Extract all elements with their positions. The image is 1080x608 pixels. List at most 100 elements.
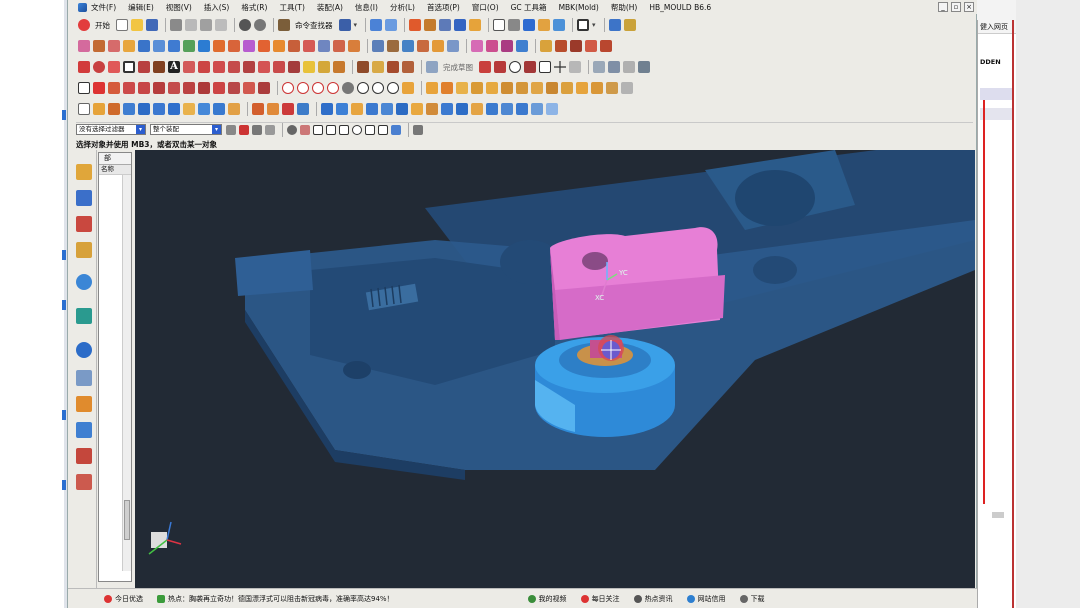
- sphere-icon[interactable]: [342, 82, 354, 94]
- box-solid-icon[interactable]: [153, 103, 165, 115]
- polygon-icon[interactable]: [138, 61, 150, 73]
- tube-icon[interactable]: [486, 82, 498, 94]
- mold-base-icon[interactable]: [321, 103, 333, 115]
- stiffener-icon[interactable]: [591, 82, 603, 94]
- subtract-icon[interactable]: [273, 40, 285, 52]
- electrode-icon[interactable]: [411, 103, 423, 115]
- reuse-library-icon[interactable]: [76, 242, 92, 258]
- patch-icon[interactable]: [387, 40, 399, 52]
- minimize-button[interactable]: _: [938, 2, 948, 12]
- spline-icon[interactable]: [555, 40, 567, 52]
- circle-dark-icon[interactable]: [372, 82, 384, 94]
- thicken-icon[interactable]: [348, 40, 360, 52]
- menu-gc-toolkit[interactable]: GC 工具箱: [511, 2, 547, 13]
- settings-icon[interactable]: [638, 61, 650, 73]
- command-finder-button[interactable]: 命令查找器: [295, 20, 333, 31]
- link-icon[interactable]: [183, 103, 195, 115]
- smooth-icon[interactable]: [228, 82, 240, 94]
- join-icon[interactable]: [183, 82, 195, 94]
- offset-feature-icon[interactable]: [168, 82, 180, 94]
- mold-tool-icon[interactable]: [252, 103, 264, 115]
- grid-toggle-icon[interactable]: [426, 61, 438, 73]
- circle-feature-icon[interactable]: [123, 82, 135, 94]
- slot-icon[interactable]: [516, 82, 528, 94]
- thread-icon[interactable]: [531, 82, 543, 94]
- studio-spline-icon[interactable]: [524, 61, 536, 73]
- arc-3pt-icon[interactable]: [494, 61, 506, 73]
- redo-icon[interactable]: [254, 19, 266, 31]
- render-icon[interactable]: [508, 19, 521, 31]
- sew-solid-icon[interactable]: [228, 103, 240, 115]
- revolve-icon[interactable]: [108, 40, 120, 52]
- sphere-feature-icon[interactable]: [471, 82, 483, 94]
- block-icon[interactable]: [426, 82, 438, 94]
- rectangle-icon[interactable]: [123, 61, 135, 73]
- assembly-icon[interactable]: [409, 19, 422, 31]
- instance-icon[interactable]: [213, 103, 225, 115]
- snap-intersect-icon[interactable]: [339, 124, 349, 135]
- mirror-curve-icon[interactable]: [288, 61, 300, 73]
- window-layout-icon[interactable]: [577, 19, 590, 31]
- edit-curve-icon[interactable]: [213, 82, 225, 94]
- arc-feature-icon[interactable]: [108, 82, 120, 94]
- move-icon[interactable]: [439, 19, 452, 31]
- paste-icon[interactable]: [200, 19, 212, 31]
- constraint-icon[interactable]: [424, 19, 437, 31]
- cone-solid-icon[interactable]: [531, 103, 543, 115]
- drawing-icon[interactable]: [456, 103, 468, 115]
- menu-format[interactable]: 格式(R): [241, 2, 267, 13]
- mount-icon[interactable]: [576, 82, 588, 94]
- chamfer-icon[interactable]: [228, 40, 240, 52]
- text-icon[interactable]: A: [168, 61, 180, 73]
- paint-icon[interactable]: [538, 19, 551, 31]
- select-icon[interactable]: [338, 19, 351, 31]
- status-item-videos[interactable]: 我的视频: [527, 594, 567, 604]
- solid-icon[interactable]: [138, 103, 150, 115]
- roles-icon[interactable]: [76, 448, 92, 464]
- unite-icon[interactable]: [258, 40, 270, 52]
- hole-feature-icon[interactable]: [402, 82, 414, 94]
- menu-view[interactable]: 视图(V): [166, 2, 192, 13]
- spline-feature-icon[interactable]: [138, 82, 150, 94]
- restore-button[interactable]: ▫: [951, 2, 961, 12]
- offset-icon[interactable]: [333, 40, 345, 52]
- constraint-sketch-icon[interactable]: [357, 61, 369, 73]
- menu-edit[interactable]: 编辑(E): [128, 2, 154, 13]
- menu-preferences[interactable]: 首选项(P): [427, 2, 460, 13]
- new-file-icon[interactable]: [116, 19, 128, 31]
- system-materials-icon[interactable]: [76, 370, 92, 386]
- pattern-icon[interactable]: [432, 40, 444, 52]
- browser-input[interactable]: 健入网页: [978, 20, 1016, 34]
- shell-icon[interactable]: [198, 40, 210, 52]
- extrude-icon[interactable]: [93, 40, 105, 52]
- status-item-headline[interactable]: 热点：胸袭再立奇功！德国漂浮式可以阻击新冠病毒，准确率高达94%！: [157, 594, 394, 604]
- parting-icon[interactable]: [267, 103, 279, 115]
- status-item-download[interactable]: 下载: [739, 594, 765, 604]
- runner-icon[interactable]: [381, 103, 393, 115]
- xform-icon[interactable]: [621, 82, 633, 94]
- start-button[interactable]: 开始: [95, 20, 110, 31]
- ellipse-icon[interactable]: [183, 61, 195, 73]
- column-name-header[interactable]: 名称: [99, 165, 131, 175]
- status-item-credit[interactable]: 网站信用: [686, 594, 726, 604]
- circle-red-icon[interactable]: [312, 82, 324, 94]
- emboss-icon[interactable]: [546, 82, 558, 94]
- bom-icon[interactable]: [441, 103, 453, 115]
- core-cavity-icon[interactable]: [282, 103, 294, 115]
- menu-window[interactable]: 窗口(O): [472, 2, 499, 13]
- sketch-icon[interactable]: [385, 19, 398, 31]
- model-canvas[interactable]: YC XC: [135, 150, 975, 590]
- face-icon[interactable]: [402, 40, 414, 52]
- assembly-navigator-icon[interactable]: [76, 164, 92, 180]
- dimension-icon[interactable]: [372, 61, 384, 73]
- pocket-mold-icon[interactable]: [426, 103, 438, 115]
- system-scenes-icon[interactable]: [76, 474, 92, 490]
- circle-red-icon[interactable]: [297, 82, 309, 94]
- table-icon[interactable]: [623, 61, 635, 73]
- ejector-icon[interactable]: [351, 103, 363, 115]
- view-manager-icon[interactable]: [486, 103, 498, 115]
- fillet-sketch-icon[interactable]: [213, 61, 225, 73]
- process-studio-icon[interactable]: [76, 396, 92, 412]
- curve-icon[interactable]: [540, 40, 552, 52]
- sweep-icon[interactable]: [516, 40, 528, 52]
